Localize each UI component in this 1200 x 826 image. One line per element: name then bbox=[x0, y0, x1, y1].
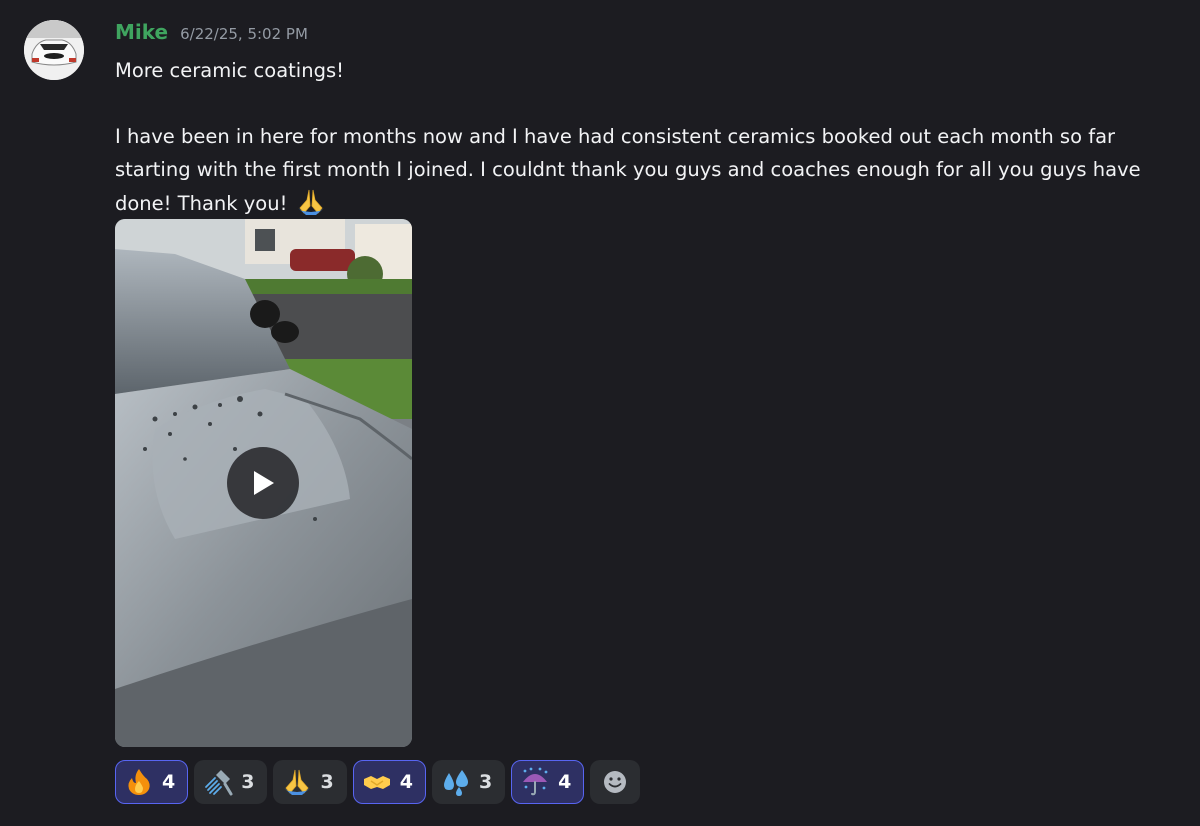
umbrella-rain-icon bbox=[523, 767, 548, 796]
reaction-handshake[interactable]: 4 bbox=[352, 760, 426, 804]
reaction-shower[interactable]: 3 bbox=[194, 760, 268, 804]
folded-hands-icon bbox=[294, 186, 328, 216]
reaction-folded-hands[interactable]: 3 bbox=[273, 760, 347, 804]
username[interactable]: Mike bbox=[115, 20, 168, 44]
avatar[interactable] bbox=[24, 20, 84, 80]
reaction-sweat-droplets[interactable]: 3 bbox=[431, 760, 506, 804]
reaction-count: 4 bbox=[399, 771, 413, 793]
add-reaction-button[interactable] bbox=[590, 760, 641, 804]
add-reaction-icon bbox=[604, 771, 627, 793]
sweat-droplets-icon bbox=[443, 770, 468, 796]
message-first-line: More ceramic coatings! bbox=[115, 59, 344, 82]
shower-icon bbox=[205, 770, 233, 796]
timestamp[interactable]: 6/22/25, 5:02 PM bbox=[180, 25, 308, 43]
message-content: More ceramic coatings! I have been in he… bbox=[115, 54, 1185, 220]
play-button[interactable] bbox=[227, 447, 299, 519]
reaction-count: 3 bbox=[241, 771, 255, 793]
avatar-image bbox=[24, 20, 84, 80]
folded-hands-icon bbox=[284, 769, 311, 795]
video-attachment[interactable] bbox=[115, 219, 412, 747]
handshake-icon bbox=[363, 776, 390, 789]
message-body: I have been in here for months now and I… bbox=[115, 125, 1147, 215]
play-icon bbox=[254, 471, 274, 495]
chat-message: Mike 6/22/25, 5:02 PM More ceramic coati… bbox=[0, 0, 1200, 826]
reaction-fire[interactable]: 4 bbox=[115, 760, 189, 804]
reaction-count: 4 bbox=[558, 771, 572, 793]
fire-icon bbox=[128, 769, 150, 795]
reaction-count: 3 bbox=[320, 771, 334, 793]
message-header: Mike 6/22/25, 5:02 PM bbox=[115, 20, 308, 48]
reactions-bar: 4 3 3 4 3 4 bbox=[115, 760, 641, 804]
reaction-count: 4 bbox=[162, 771, 176, 793]
reaction-umbrella-rain[interactable]: 4 bbox=[511, 760, 585, 804]
reaction-count: 3 bbox=[478, 771, 493, 793]
